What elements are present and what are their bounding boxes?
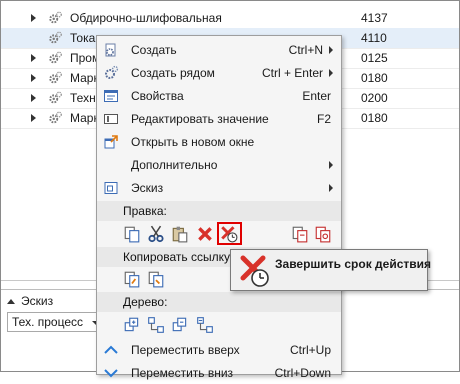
tree-row-code: 0125 bbox=[361, 51, 388, 65]
tree-row-code: 4137 bbox=[361, 11, 388, 25]
tree-row[interactable]: Обдирочно-шлифовальная 4137 bbox=[1, 8, 459, 28]
tree-row-code: 0180 bbox=[361, 111, 388, 125]
menu-item-edit-value[interactable]: Редактировать значение F2 bbox=[97, 107, 341, 130]
create-near-icon bbox=[105, 65, 119, 79]
highlight-box bbox=[217, 222, 242, 245]
copy-link-icon[interactable] bbox=[123, 270, 141, 288]
arrow-down-icon bbox=[104, 369, 118, 378]
menu-item-create-near[interactable]: Создать рядом Ctrl + Enter bbox=[97, 61, 341, 84]
edit-value-icon bbox=[104, 114, 118, 124]
copy-icon[interactable] bbox=[123, 225, 141, 243]
menu-item-label: Создать bbox=[131, 43, 177, 57]
gear-icon bbox=[49, 111, 62, 124]
menu-item-label: Свойства bbox=[131, 89, 184, 103]
section-header-edit: Правка: bbox=[97, 201, 341, 221]
tree-row-name: Техн bbox=[70, 91, 96, 105]
sketch-panel-title: Эскиз bbox=[21, 294, 54, 308]
arrow-up-icon bbox=[104, 345, 118, 354]
collapse-all-icon[interactable] bbox=[171, 316, 189, 334]
menu-item-shortcut: F2 bbox=[316, 112, 331, 126]
submenu-arrow-icon bbox=[329, 69, 333, 77]
create-icon bbox=[105, 43, 116, 57]
menu-item-label: Дополнительно bbox=[131, 158, 218, 172]
tooltip: Завершить срок действия bbox=[230, 249, 432, 291]
context-menu: Создать Ctrl+N Создать рядом Ctrl + Ente… bbox=[96, 35, 342, 380]
menu-item-sketch[interactable]: Эскиз bbox=[97, 176, 341, 199]
menu-item-shortcut: Ctrl + Enter bbox=[261, 66, 323, 80]
menu-item-shortcut: Ctrl+N bbox=[288, 43, 323, 57]
gear-icon bbox=[49, 11, 62, 24]
menu-item-properties[interactable]: Свойства Enter bbox=[97, 84, 341, 107]
open-new-window-icon bbox=[104, 135, 118, 149]
copy-document-icon[interactable] bbox=[291, 225, 309, 243]
collapse-icon[interactable] bbox=[7, 298, 15, 304]
gear-icon bbox=[49, 71, 62, 84]
tree-row-name: Марк bbox=[70, 71, 99, 85]
sketch-type-value: Тех. процесс bbox=[12, 315, 83, 329]
menu-item-create[interactable]: Создать Ctrl+N bbox=[97, 38, 341, 61]
section-edit-label: Правка: bbox=[123, 204, 167, 218]
end-validity-large-icon bbox=[240, 255, 269, 287]
tree-row-name: Марк bbox=[70, 111, 99, 125]
gear-icon bbox=[49, 91, 62, 104]
properties-icon bbox=[104, 90, 118, 102]
expand-arrow-icon[interactable] bbox=[31, 94, 36, 102]
menu-item-additional[interactable]: Дополнительно bbox=[97, 153, 341, 176]
expand-arrow-icon[interactable] bbox=[31, 54, 36, 62]
submenu-arrow-icon bbox=[329, 184, 333, 192]
copy-link-alt-icon[interactable] bbox=[147, 270, 165, 288]
menu-item-shortcut: Ctrl+Down bbox=[274, 366, 331, 380]
submenu-arrow-icon bbox=[329, 161, 333, 169]
menu-item-shortcut: Ctrl+Up bbox=[289, 343, 331, 357]
expand-arrow-icon[interactable] bbox=[31, 74, 36, 82]
sketch-panel-header[interactable]: Эскиз bbox=[7, 294, 53, 308]
sketch-icon bbox=[104, 182, 118, 194]
expand-arrow-icon[interactable] bbox=[31, 14, 36, 22]
gear-icon bbox=[49, 31, 62, 44]
menu-item-label: Создать рядом bbox=[131, 66, 215, 80]
delete-icon[interactable] bbox=[196, 225, 214, 243]
paste-document-icon[interactable] bbox=[314, 225, 332, 243]
menu-item-move-down[interactable]: Переместить вниз Ctrl+Down bbox=[97, 361, 341, 384]
menu-item-label: Редактировать значение bbox=[131, 112, 269, 126]
section-header-tree: Дерево: bbox=[97, 292, 341, 312]
tree-row-name: Обдирочно-шлифовальная bbox=[70, 11, 222, 25]
tooltip-label: Завершить срок действия bbox=[275, 257, 432, 271]
paste-icon[interactable] bbox=[171, 225, 189, 243]
tree-row-code: 0200 bbox=[361, 91, 388, 105]
tree-row-code: 4110 bbox=[361, 31, 387, 45]
sketch-type-select[interactable]: Тех. процесс bbox=[7, 312, 105, 332]
cut-icon[interactable] bbox=[147, 225, 165, 243]
menu-item-label: Эскиз bbox=[131, 181, 164, 195]
menu-item-open-new-window[interactable]: Открыть в новом окне bbox=[97, 130, 341, 153]
collapse-node-icon[interactable] bbox=[196, 316, 214, 334]
menu-item-shortcut: Enter bbox=[302, 89, 331, 103]
submenu-arrow-icon bbox=[329, 46, 333, 54]
menu-item-label: Открыть в новом окне bbox=[131, 135, 255, 149]
expand-arrow-icon[interactable] bbox=[31, 114, 36, 122]
section-copy-link-label: Копировать ссылку bbox=[123, 250, 230, 264]
menu-item-label: Переместить вниз bbox=[131, 366, 234, 380]
menu-item-label: Переместить вверх bbox=[131, 343, 240, 357]
tree-row-code: 0180 bbox=[361, 71, 388, 85]
expand-node-icon[interactable] bbox=[147, 316, 165, 334]
section-tree-label: Дерево: bbox=[123, 295, 168, 309]
expand-all-icon[interactable] bbox=[123, 316, 141, 334]
gear-icon bbox=[49, 51, 62, 64]
menu-item-move-up[interactable]: Переместить вверх Ctrl+Up bbox=[97, 338, 341, 361]
